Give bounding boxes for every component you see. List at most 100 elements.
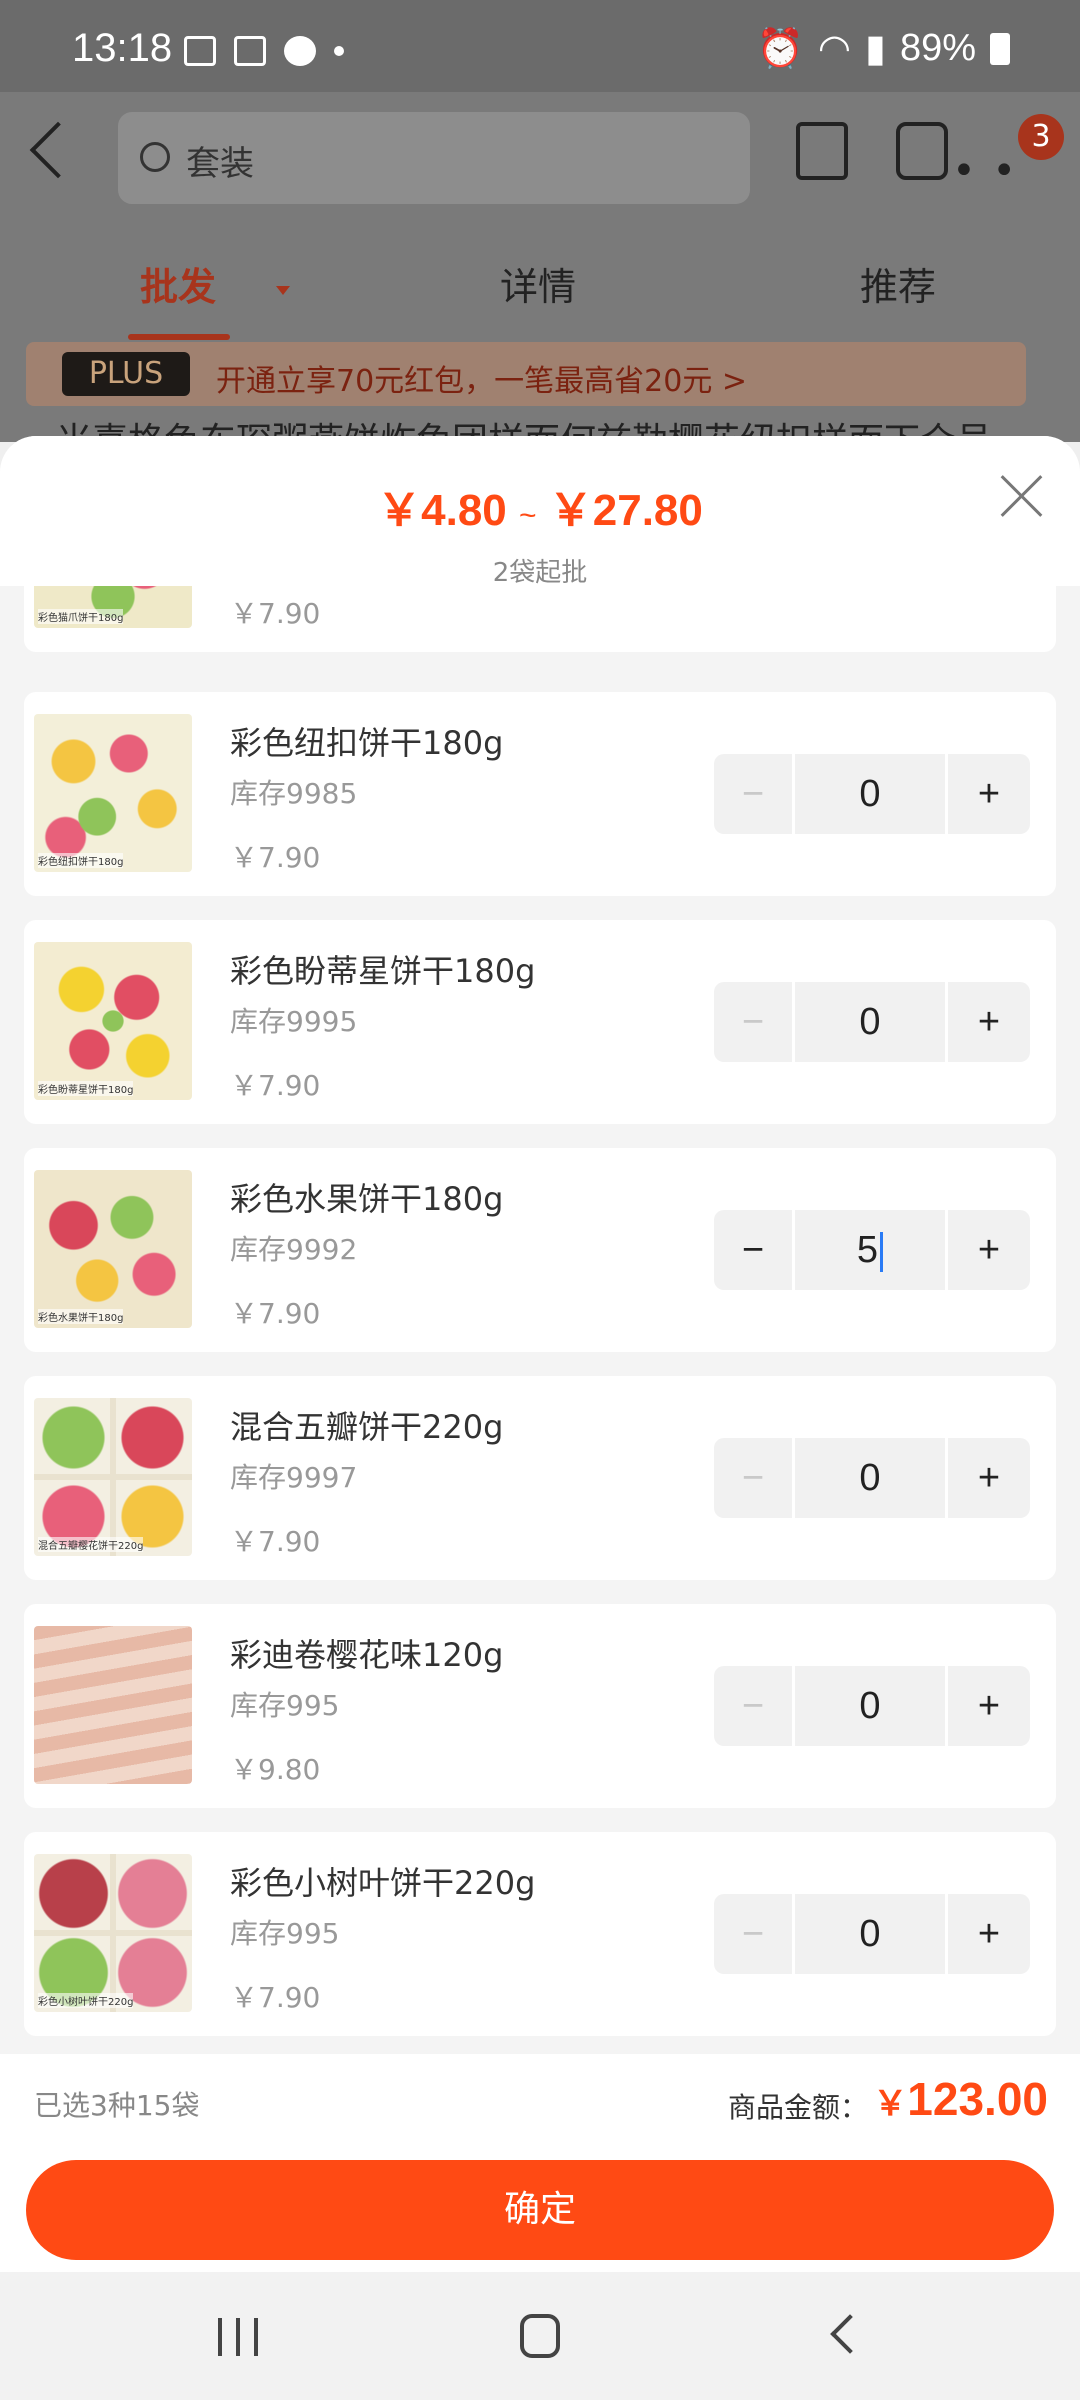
item-stock: 库存995 — [230, 1917, 340, 1950]
increase-button[interactable]: + — [948, 982, 1030, 1062]
price-separator: ~ — [519, 499, 537, 532]
item-price: ￥7.90 — [230, 1297, 321, 1330]
tab-details[interactable]: 详情 — [500, 256, 576, 311]
product-thumbnail[interactable]: 彩色纽扣饼干180g — [34, 714, 192, 872]
item-stock: 库存9992 — [230, 1233, 358, 1266]
status-right: ⏰ ◠ ▮ 89% — [757, 26, 1010, 71]
sku-selection-sheet: ￥4.80 ~ ￥27.80 2袋起批 彩色猫爪饼干180g ￥7.90 − 0… — [0, 436, 1080, 2272]
item-name: 彩迪卷樱花味120g — [230, 1636, 504, 1674]
battery-level: 89% — [899, 27, 976, 69]
plus-badge: PLUS — [62, 352, 190, 396]
quantity-input[interactable]: 0 — [795, 982, 945, 1062]
quantity-stepper: − 0 + — [714, 982, 1030, 1062]
decrease-button[interactable]: − — [714, 1666, 792, 1746]
dropdown-caret-icon[interactable] — [276, 286, 290, 295]
decrease-button[interactable]: − — [714, 754, 792, 834]
clipboard-icon[interactable] — [796, 122, 848, 180]
top-header: 套装 • • 3 — [0, 92, 1080, 216]
share-icon[interactable] — [896, 122, 948, 180]
thumbnail-caption: 彩色小树叶饼干220g — [38, 1993, 134, 2008]
amount-currency: ￥ — [873, 2085, 908, 2123]
item-price: ￥7.90 — [230, 1981, 321, 2014]
selected-count: 已选3种15袋 — [34, 2089, 200, 2122]
list-item: 彩色盼蒂星饼干180g 彩色盼蒂星饼干180g 库存9995 ￥7.90 − 0… — [24, 920, 1056, 1124]
search-box[interactable]: 套装 — [118, 112, 750, 204]
item-price: ￥7.90 — [230, 841, 321, 874]
tab-indicator — [128, 334, 230, 340]
price-range: ￥4.80 ~ ￥27.80 — [0, 474, 1080, 538]
screen-icon — [234, 36, 266, 66]
item-name: 混合五瓣饼干220g — [230, 1408, 504, 1446]
increase-button[interactable]: + — [948, 1438, 1030, 1518]
product-thumbnail[interactable]: 彩色水果饼干180g — [34, 1170, 192, 1328]
item-name: 彩色纽扣饼干180g — [230, 724, 504, 762]
decrease-button[interactable]: − — [714, 982, 792, 1062]
thumbnail-caption: 彩色猫爪饼干180g — [38, 609, 124, 624]
plus-promo-banner[interactable]: PLUS 开通立享70元红包，一笔最高省20元 > — [26, 342, 1026, 406]
total-amount: ￥123.00 — [873, 2072, 1048, 2126]
item-name: 彩色盼蒂星饼干180g — [230, 952, 536, 990]
cart-badge: 3 — [1018, 114, 1064, 160]
product-thumbnail[interactable]: 彩色猫爪饼干180g — [34, 586, 192, 628]
item-stock: 库存9985 — [230, 777, 358, 810]
minimum-order: 2袋起批 — [492, 558, 588, 588]
back-arrow-icon[interactable] — [29, 121, 87, 179]
promo-area: PLUS 开通立享70元红包，一笔最高省20元 > 米喜格色东琛粥燕饼炸免团样面… — [0, 342, 1080, 462]
signal-icon: ▮ — [865, 28, 886, 70]
quantity-stepper: − 5 + — [714, 1210, 1030, 1290]
product-thumbnail[interactable] — [34, 1626, 192, 1784]
list-item: 彩色水果饼干180g 彩色水果饼干180g 库存9992 ￥7.90 − 5 + — [24, 1148, 1056, 1352]
list-item: 彩色纽扣饼干180g 彩色纽扣饼干180g 库存9985 ￥7.90 − 0 + — [24, 692, 1056, 896]
product-thumbnail[interactable]: 混合五瓣樱花饼干220g — [34, 1398, 192, 1556]
system-nav-bar — [0, 2272, 1080, 2400]
sheet-header: ￥4.80 ~ ￥27.80 2袋起批 — [0, 436, 1080, 588]
more-menu-icon[interactable]: • • — [952, 148, 1018, 194]
amount-label: 商品金额： — [727, 2091, 868, 2124]
gallery-icon — [184, 36, 216, 66]
sku-list[interactable]: 彩色猫爪饼干180g ￥7.90 − 0 + 彩色纽扣饼干180g 彩色纽扣饼干… — [0, 586, 1080, 2272]
nav-back-icon[interactable] — [830, 2314, 870, 2354]
product-thumbnail[interactable]: 彩色盼蒂星饼干180g — [34, 942, 192, 1100]
status-notification-icons — [184, 36, 344, 66]
close-icon[interactable] — [998, 472, 1046, 520]
product-thumbnail[interactable]: 彩色小树叶饼干220g — [34, 1854, 192, 2012]
home-icon[interactable] — [520, 2314, 560, 2358]
quantity-input[interactable]: 0 — [795, 1666, 945, 1746]
tab-wholesale[interactable]: 批发 — [140, 256, 216, 311]
facebook-icon — [284, 36, 316, 66]
tab-recommend[interactable]: 推荐 — [860, 256, 936, 311]
increase-button[interactable]: + — [948, 1894, 1030, 1974]
quantity-input[interactable]: 0 — [795, 754, 945, 834]
item-stock: 库存9995 — [230, 1005, 358, 1038]
increase-button[interactable]: + — [948, 754, 1030, 834]
battery-icon — [990, 32, 1010, 65]
promo-text: 开通立享70元红包，一笔最高省20元 > — [216, 364, 748, 399]
list-item: 彩色猫爪饼干180g ￥7.90 − 0 + — [24, 586, 1056, 652]
more-notifications-dot-icon — [334, 46, 344, 56]
search-placeholder: 套装 — [186, 144, 254, 184]
item-name: 彩色小树叶饼干220g — [230, 1864, 536, 1902]
decrease-button[interactable]: − — [714, 1438, 792, 1518]
item-price: ￥9.80 — [230, 1753, 321, 1786]
item-stock: 库存9997 — [230, 1461, 358, 1494]
item-stock: 库存995 — [230, 1689, 340, 1722]
price-low: ￥4.80 — [377, 486, 507, 535]
increase-button[interactable]: + — [948, 1210, 1030, 1290]
quantity-input-active[interactable]: 5 — [795, 1210, 945, 1290]
quantity-value: 5 — [856, 1229, 879, 1271]
decrease-button[interactable]: − — [714, 1210, 792, 1290]
status-bar: 13:18 ⏰ ◠ ▮ 89% — [0, 0, 1080, 92]
item-name: 彩色水果饼干180g — [230, 1180, 504, 1218]
quantity-input[interactable]: 0 — [795, 1894, 945, 1974]
confirm-area: 确定 — [0, 2150, 1080, 2272]
thumbnail-caption: 彩色水果饼干180g — [38, 1309, 124, 1324]
alarm-icon: ⏰ — [756, 27, 804, 70]
search-icon — [140, 142, 170, 172]
decrease-button[interactable]: − — [714, 1894, 792, 1974]
quantity-stepper: − 0 + — [714, 1894, 1030, 1974]
confirm-button[interactable]: 确定 — [26, 2160, 1054, 2260]
recents-icon[interactable] — [218, 2318, 258, 2356]
increase-button[interactable]: + — [948, 1666, 1030, 1746]
item-price: ￥7.90 — [230, 597, 321, 630]
quantity-input[interactable]: 0 — [795, 1438, 945, 1518]
